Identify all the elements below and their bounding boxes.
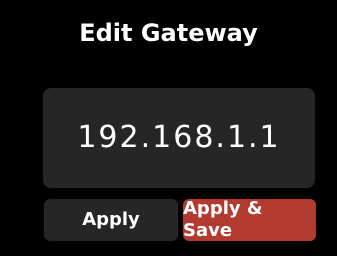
apply-and-save-button-label: Apply & Save	[183, 198, 263, 241]
edit-gateway-screen: Edit Gateway 192.168.1.1 Apply Apply & S…	[0, 0, 337, 256]
apply-button[interactable]: Apply	[44, 199, 178, 241]
gateway-value: 192.168.1.1	[77, 120, 281, 155]
apply-button-label: Apply	[82, 209, 140, 230]
page-title: Edit Gateway	[79, 19, 258, 47]
apply-and-save-button[interactable]: Apply & Save	[183, 198, 316, 241]
gateway-input-field[interactable]: 192.168.1.1	[43, 88, 315, 188]
